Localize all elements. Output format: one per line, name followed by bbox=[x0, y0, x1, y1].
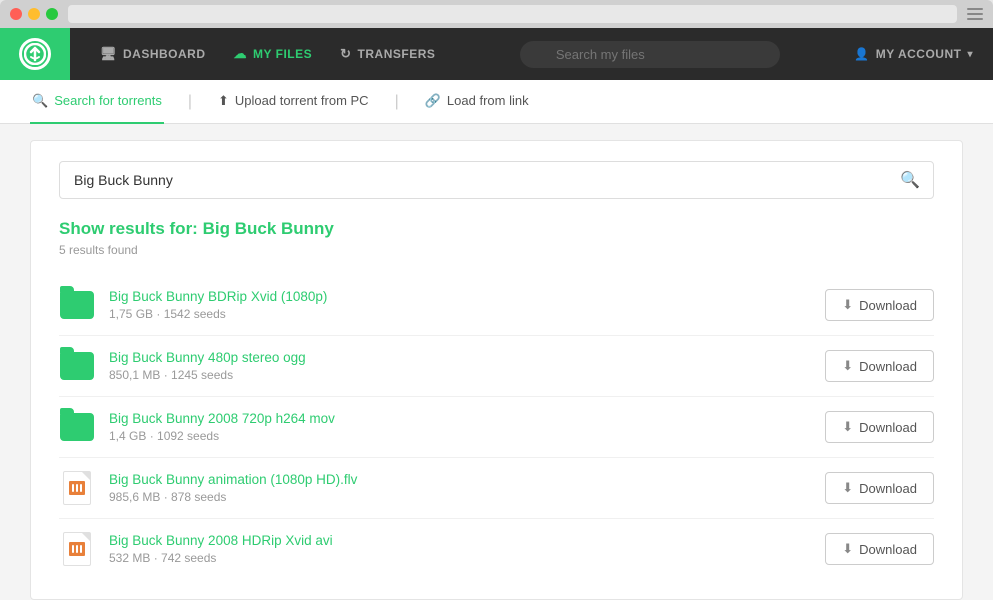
download-button[interactable]: ⬇ Download bbox=[825, 472, 934, 504]
result-item: Big Buck Bunny 480p stereo ogg 850,1 MB … bbox=[59, 336, 934, 397]
tab-search-torrents-label: Search for torrents bbox=[54, 93, 162, 108]
dashboard-icon: 🖥 bbox=[100, 46, 117, 62]
window-chrome bbox=[0, 0, 993, 28]
file-icon bbox=[59, 470, 95, 506]
download-button[interactable]: ⬇ Download bbox=[825, 533, 934, 565]
download-label: Download bbox=[859, 359, 917, 374]
nav-myfiles-label: MY FILES bbox=[253, 47, 312, 61]
download-label: Download bbox=[859, 298, 917, 313]
nav-search-input[interactable] bbox=[520, 41, 780, 68]
search-submit-icon[interactable]: 🔍 bbox=[900, 170, 920, 190]
download-icon: ⬇ bbox=[842, 541, 853, 557]
tab-search-torrents[interactable]: 🔍 Search for torrents bbox=[30, 80, 164, 124]
nav-item-my-files[interactable]: ☁ MY FILES bbox=[220, 28, 327, 80]
search-input-wrap: 🔍 bbox=[59, 161, 934, 199]
results-heading-prefix: Show results for: bbox=[59, 219, 198, 238]
navbar: 🖥 DASHBOARD ☁ MY FILES ↻ TRANSFERS 🔍 👤 M… bbox=[0, 28, 993, 80]
result-info: Big Buck Bunny 2008 HDRip Xvid avi 532 M… bbox=[109, 533, 825, 565]
download-icon: ⬇ bbox=[842, 419, 853, 435]
torrent-search-input[interactable] bbox=[59, 161, 934, 199]
download-icon: ⬇ bbox=[842, 358, 853, 374]
result-title[interactable]: Big Buck Bunny animation (1080p HD).flv bbox=[109, 472, 825, 487]
video-file-icon bbox=[63, 471, 91, 505]
address-bar[interactable] bbox=[68, 5, 957, 23]
cloud-icon: ☁ bbox=[234, 46, 248, 62]
result-item: Big Buck Bunny BDRip Xvid (1080p) 1,75 G… bbox=[59, 275, 934, 336]
nav-account[interactable]: 👤 MY ACCOUNT ▾ bbox=[834, 47, 993, 61]
maximize-button[interactable] bbox=[46, 8, 58, 20]
result-meta: 850,1 MB · 1245 seeds bbox=[109, 368, 825, 382]
main-panel: 🔍 Show results for: Big Buck Bunny 5 res… bbox=[30, 140, 963, 600]
result-info: Big Buck Bunny 2008 720p h264 mov 1,4 GB… bbox=[109, 411, 825, 443]
logo[interactable] bbox=[0, 28, 70, 80]
results-count: 5 results found bbox=[59, 243, 934, 257]
minimize-button[interactable] bbox=[28, 8, 40, 20]
folder-icon bbox=[60, 291, 94, 319]
download-label: Download bbox=[859, 420, 917, 435]
result-info: Big Buck Bunny 480p stereo ogg 850,1 MB … bbox=[109, 350, 825, 382]
nav-item-transfers[interactable]: ↻ TRANSFERS bbox=[326, 28, 449, 80]
video-file-icon bbox=[63, 532, 91, 566]
content: 🔍 Search for torrents | ⬆ Upload torrent… bbox=[0, 80, 993, 600]
transfers-icon: ↻ bbox=[340, 46, 351, 62]
download-label: Download bbox=[859, 481, 917, 496]
result-title[interactable]: Big Buck Bunny 2008 HDRip Xvid avi bbox=[109, 533, 825, 548]
menu-icon[interactable] bbox=[967, 8, 983, 20]
result-meta: 985,6 MB · 878 seeds bbox=[109, 490, 825, 504]
nav-links: 🖥 DASHBOARD ☁ MY FILES ↻ TRANSFERS bbox=[70, 28, 465, 80]
nav-transfers-label: TRANSFERS bbox=[358, 47, 436, 61]
tab-load-link[interactable]: 🔗 Load from link bbox=[423, 80, 531, 124]
link-icon: 🔗 bbox=[425, 93, 441, 109]
film-strip-icon bbox=[69, 481, 85, 495]
result-item: Big Buck Bunny 2008 HDRip Xvid avi 532 M… bbox=[59, 519, 934, 579]
download-button[interactable]: ⬇ Download bbox=[825, 289, 934, 321]
traffic-lights bbox=[10, 8, 58, 20]
nav-dashboard-label: DASHBOARD bbox=[123, 47, 206, 61]
chevron-down-icon: ▾ bbox=[967, 49, 973, 60]
folder-icon bbox=[60, 352, 94, 380]
account-icon: 👤 bbox=[854, 47, 869, 61]
result-meta: 1,75 GB · 1542 seeds bbox=[109, 307, 825, 321]
film-strip-icon bbox=[69, 542, 85, 556]
result-meta: 532 MB · 742 seeds bbox=[109, 551, 825, 565]
upload-icon: ⬆ bbox=[218, 93, 229, 109]
tab-load-link-label: Load from link bbox=[447, 93, 529, 108]
download-icon: ⬇ bbox=[842, 480, 853, 496]
results-heading: Show results for: Big Buck Bunny bbox=[59, 219, 934, 239]
result-title[interactable]: Big Buck Bunny 480p stereo ogg bbox=[109, 350, 825, 365]
result-title[interactable]: Big Buck Bunny 2008 720p h264 mov bbox=[109, 411, 825, 426]
file-icon bbox=[59, 409, 95, 445]
tab-divider-1: | bbox=[188, 93, 192, 111]
tab-upload-label: Upload torrent from PC bbox=[235, 93, 369, 108]
nav-search: 🔍 bbox=[465, 41, 834, 68]
account-label: MY ACCOUNT bbox=[876, 47, 962, 61]
tabs-bar: 🔍 Search for torrents | ⬆ Upload torrent… bbox=[0, 80, 993, 124]
result-title[interactable]: Big Buck Bunny BDRip Xvid (1080p) bbox=[109, 289, 825, 304]
search-torrents-icon: 🔍 bbox=[32, 93, 48, 109]
result-info: Big Buck Bunny BDRip Xvid (1080p) 1,75 G… bbox=[109, 289, 825, 321]
close-button[interactable] bbox=[10, 8, 22, 20]
tab-divider-2: | bbox=[395, 93, 399, 111]
file-icon bbox=[59, 348, 95, 384]
file-icon bbox=[59, 531, 95, 567]
tab-upload-torrent[interactable]: ⬆ Upload torrent from PC bbox=[216, 80, 371, 124]
result-item: Big Buck Bunny 2008 720p h264 mov 1,4 GB… bbox=[59, 397, 934, 458]
result-info: Big Buck Bunny animation (1080p HD).flv … bbox=[109, 472, 825, 504]
file-icon bbox=[59, 287, 95, 323]
nav-item-dashboard[interactable]: 🖥 DASHBOARD bbox=[86, 28, 220, 80]
result-meta: 1,4 GB · 1092 seeds bbox=[109, 429, 825, 443]
download-icon: ⬇ bbox=[842, 297, 853, 313]
result-item: Big Buck Bunny animation (1080p HD).flv … bbox=[59, 458, 934, 519]
download-button[interactable]: ⬇ Download bbox=[825, 411, 934, 443]
download-button[interactable]: ⬇ Download bbox=[825, 350, 934, 382]
results-list: Big Buck Bunny BDRip Xvid (1080p) 1,75 G… bbox=[59, 275, 934, 579]
search-wrap: 🔍 bbox=[520, 41, 780, 68]
folder-icon bbox=[60, 413, 94, 441]
download-label: Download bbox=[859, 542, 917, 557]
results-query-highlight: Big Buck Bunny bbox=[203, 219, 334, 238]
logo-icon bbox=[19, 38, 51, 70]
